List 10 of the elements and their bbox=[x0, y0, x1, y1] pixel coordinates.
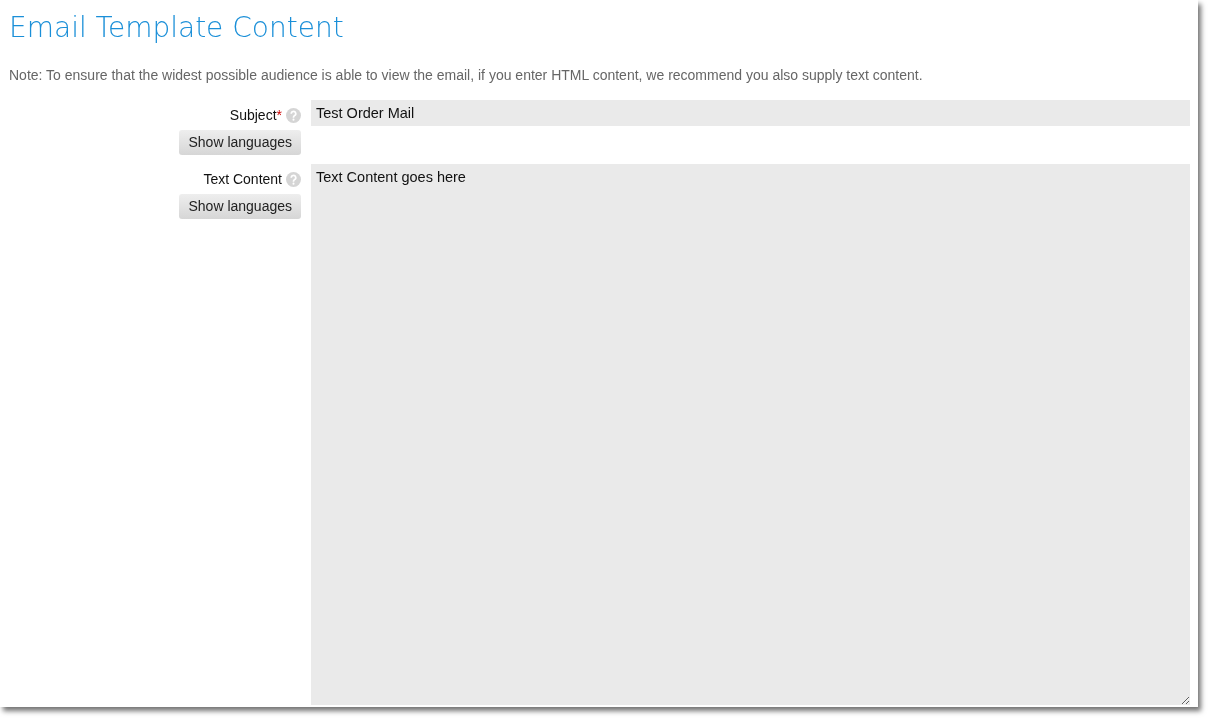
show-languages-button[interactable]: Show languages bbox=[179, 194, 301, 219]
page-title: Email Template Content bbox=[9, 10, 345, 46]
help-icon[interactable] bbox=[286, 172, 301, 187]
show-languages-button[interactable]: Show languages bbox=[179, 130, 301, 155]
note-text: Note: To ensure that the widest possible audience is able to view the email, if you enter HTML content, we recommend you also supply text content. bbox=[9, 66, 924, 85]
field-label: Subject* bbox=[229, 106, 282, 125]
input-field[interactable]: Test Order Mail bbox=[311, 100, 1190, 126]
text-area[interactable]: Text Content goes here bbox=[311, 164, 1190, 705]
help-icon[interactable] bbox=[286, 108, 301, 123]
field-label: Text Content bbox=[203, 170, 282, 189]
